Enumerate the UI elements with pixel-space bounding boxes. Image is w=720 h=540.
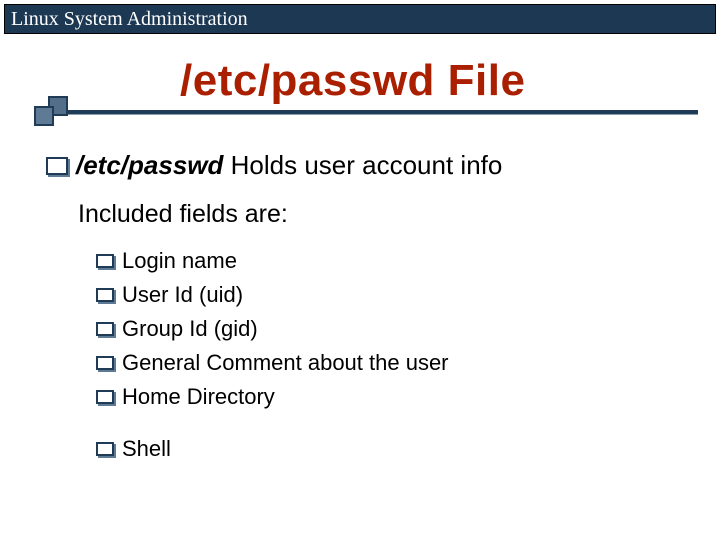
field-label: Group Id (gid) — [122, 316, 258, 342]
main-bullet-emph: /etc/passwd — [76, 150, 223, 180]
bullet-icon — [96, 288, 114, 302]
field-label: Home Directory — [122, 384, 275, 410]
bullet-icon — [96, 356, 114, 370]
field-label: General Comment about the user — [122, 350, 449, 376]
list-item: General Comment about the user — [96, 350, 449, 376]
slide: Linux System Administration /etc/passwd … — [0, 0, 720, 540]
sub-line: Included fields are: — [78, 200, 288, 229]
list-item: User Id (uid) — [96, 282, 449, 308]
field-list: Login name User Id (uid) Group Id (gid) … — [96, 248, 449, 470]
header-title: Linux System Administration — [11, 8, 248, 31]
bullet-icon — [96, 390, 114, 404]
field-label: Shell — [122, 436, 171, 462]
list-item: Home Directory — [96, 384, 449, 410]
main-bullet: /etc/passwd Holds user account info — [46, 150, 502, 181]
bullet-icon — [96, 254, 114, 268]
main-bullet-rest: Holds user account info — [223, 150, 502, 180]
title-underline — [68, 110, 698, 114]
list-item: Login name — [96, 248, 449, 274]
bullet-icon — [96, 322, 114, 336]
slide-title: /etc/passwd File — [180, 56, 525, 106]
list-item: Shell — [96, 436, 449, 462]
bullet-icon — [96, 442, 114, 456]
header-bar: Linux System Administration — [4, 4, 716, 34]
field-label: Login name — [122, 248, 237, 274]
title-row: /etc/passwd File — [0, 56, 720, 128]
field-label: User Id (uid) — [122, 282, 243, 308]
bullet-icon — [46, 157, 68, 175]
ornament-box-icon — [34, 106, 54, 126]
list-item: Group Id (gid) — [96, 316, 449, 342]
